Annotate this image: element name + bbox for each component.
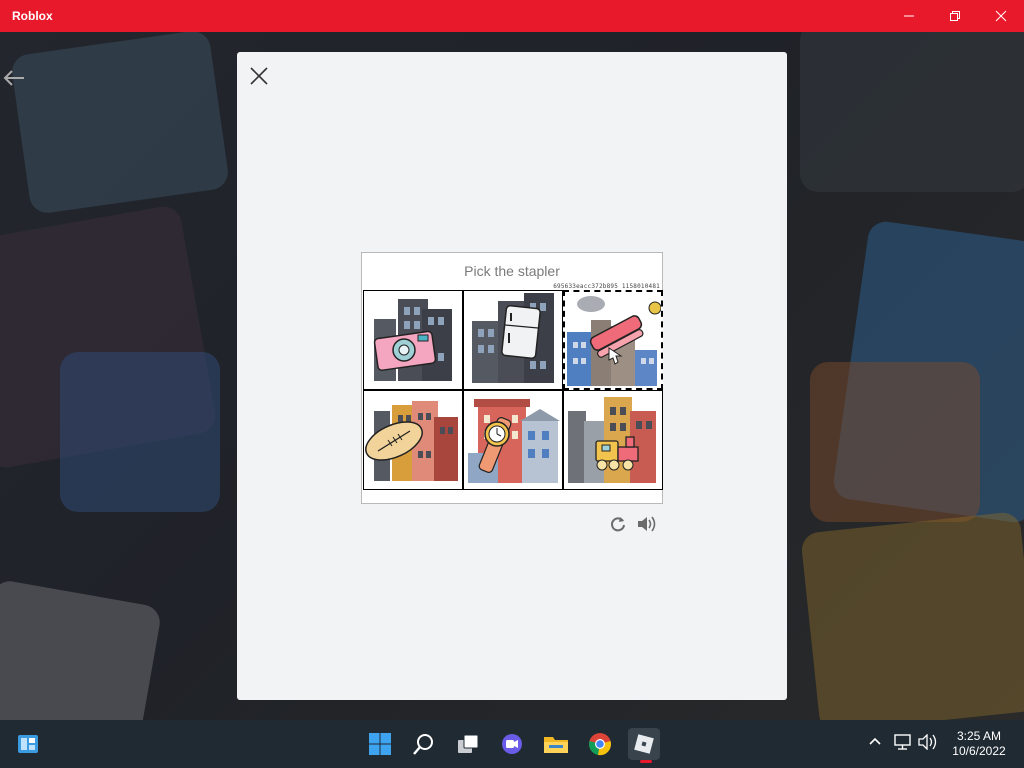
- refrigerator-with-buildings-image: [472, 293, 554, 383]
- background-tile: [60, 352, 220, 512]
- network-icon[interactable]: [894, 734, 912, 750]
- system-clock[interactable]: 3:25 AM 10/6/2022: [946, 729, 1012, 759]
- captcha-tile-refrigerator[interactable]: [463, 290, 563, 390]
- start-button[interactable]: [364, 728, 396, 760]
- file-explorer-button[interactable]: [540, 728, 572, 760]
- camera-with-buildings-image: [373, 299, 452, 381]
- roblox-button[interactable]: [628, 728, 660, 760]
- captcha-prompt: Pick the stapler: [464, 263, 560, 279]
- football-with-buildings-image: [365, 401, 458, 481]
- windows-start-icon: [369, 733, 391, 755]
- active-app-indicator: [640, 760, 652, 763]
- background-tile: [800, 32, 1024, 192]
- restore-icon: [950, 11, 960, 21]
- window-title: Roblox: [12, 9, 53, 23]
- background-tile: [0, 578, 163, 720]
- chat-button[interactable]: [496, 728, 528, 760]
- audio-icon[interactable]: [636, 515, 658, 533]
- restore-button[interactable]: [932, 0, 978, 32]
- back-arrow-icon[interactable]: [2, 68, 26, 88]
- show-hidden-icons-chevron-icon[interactable]: [868, 734, 882, 748]
- refresh-icon[interactable]: [609, 515, 627, 533]
- file-explorer-icon: [544, 737, 568, 753]
- search-button[interactable]: [408, 728, 440, 760]
- volume-icon[interactable]: [918, 734, 938, 750]
- captcha-tile-toy-train[interactable]: [563, 390, 663, 490]
- captcha-challenge: Pick the stapler 695633eacc372b895 11580…: [361, 252, 663, 504]
- clock-date: 10/6/2022: [952, 744, 1006, 758]
- roblox-icon: [634, 734, 654, 754]
- close-modal-icon[interactable]: [249, 66, 269, 86]
- search-icon: [413, 734, 433, 755]
- captcha-tile-football[interactable]: [363, 390, 463, 490]
- background-tile: [800, 511, 1024, 720]
- close-window-button[interactable]: [978, 0, 1024, 32]
- taskbar: 3:25 AM 10/6/2022: [0, 720, 1024, 768]
- captcha-tile-wristwatch[interactable]: [463, 390, 563, 490]
- background-tile: [9, 32, 231, 216]
- close-icon: [995, 10, 1007, 22]
- captcha-tile-camera[interactable]: [363, 290, 463, 390]
- chrome-icon: [589, 733, 611, 756]
- toy-train-with-buildings-image: [568, 397, 656, 483]
- minimize-button[interactable]: [886, 0, 932, 32]
- widgets-icon: [18, 735, 38, 753]
- task-view-icon: [458, 734, 479, 753]
- captcha-tile-stapler[interactable]: [563, 290, 663, 390]
- stapler-with-buildings-image: [567, 296, 661, 386]
- title-bar: Roblox: [0, 0, 1024, 32]
- background-tile: [810, 362, 980, 522]
- wristwatch-with-buildings-image: [468, 399, 560, 483]
- chat-icon: [502, 734, 522, 754]
- chrome-button[interactable]: [584, 728, 616, 760]
- minimize-icon: [904, 15, 914, 17]
- captcha-image-grid: [363, 290, 663, 490]
- task-view-button[interactable]: [452, 728, 484, 760]
- widgets-button[interactable]: [12, 728, 44, 760]
- clock-time: 3:25 AM: [956, 729, 1002, 743]
- captcha-code: 695633eacc372b895 1158010481: [553, 283, 660, 290]
